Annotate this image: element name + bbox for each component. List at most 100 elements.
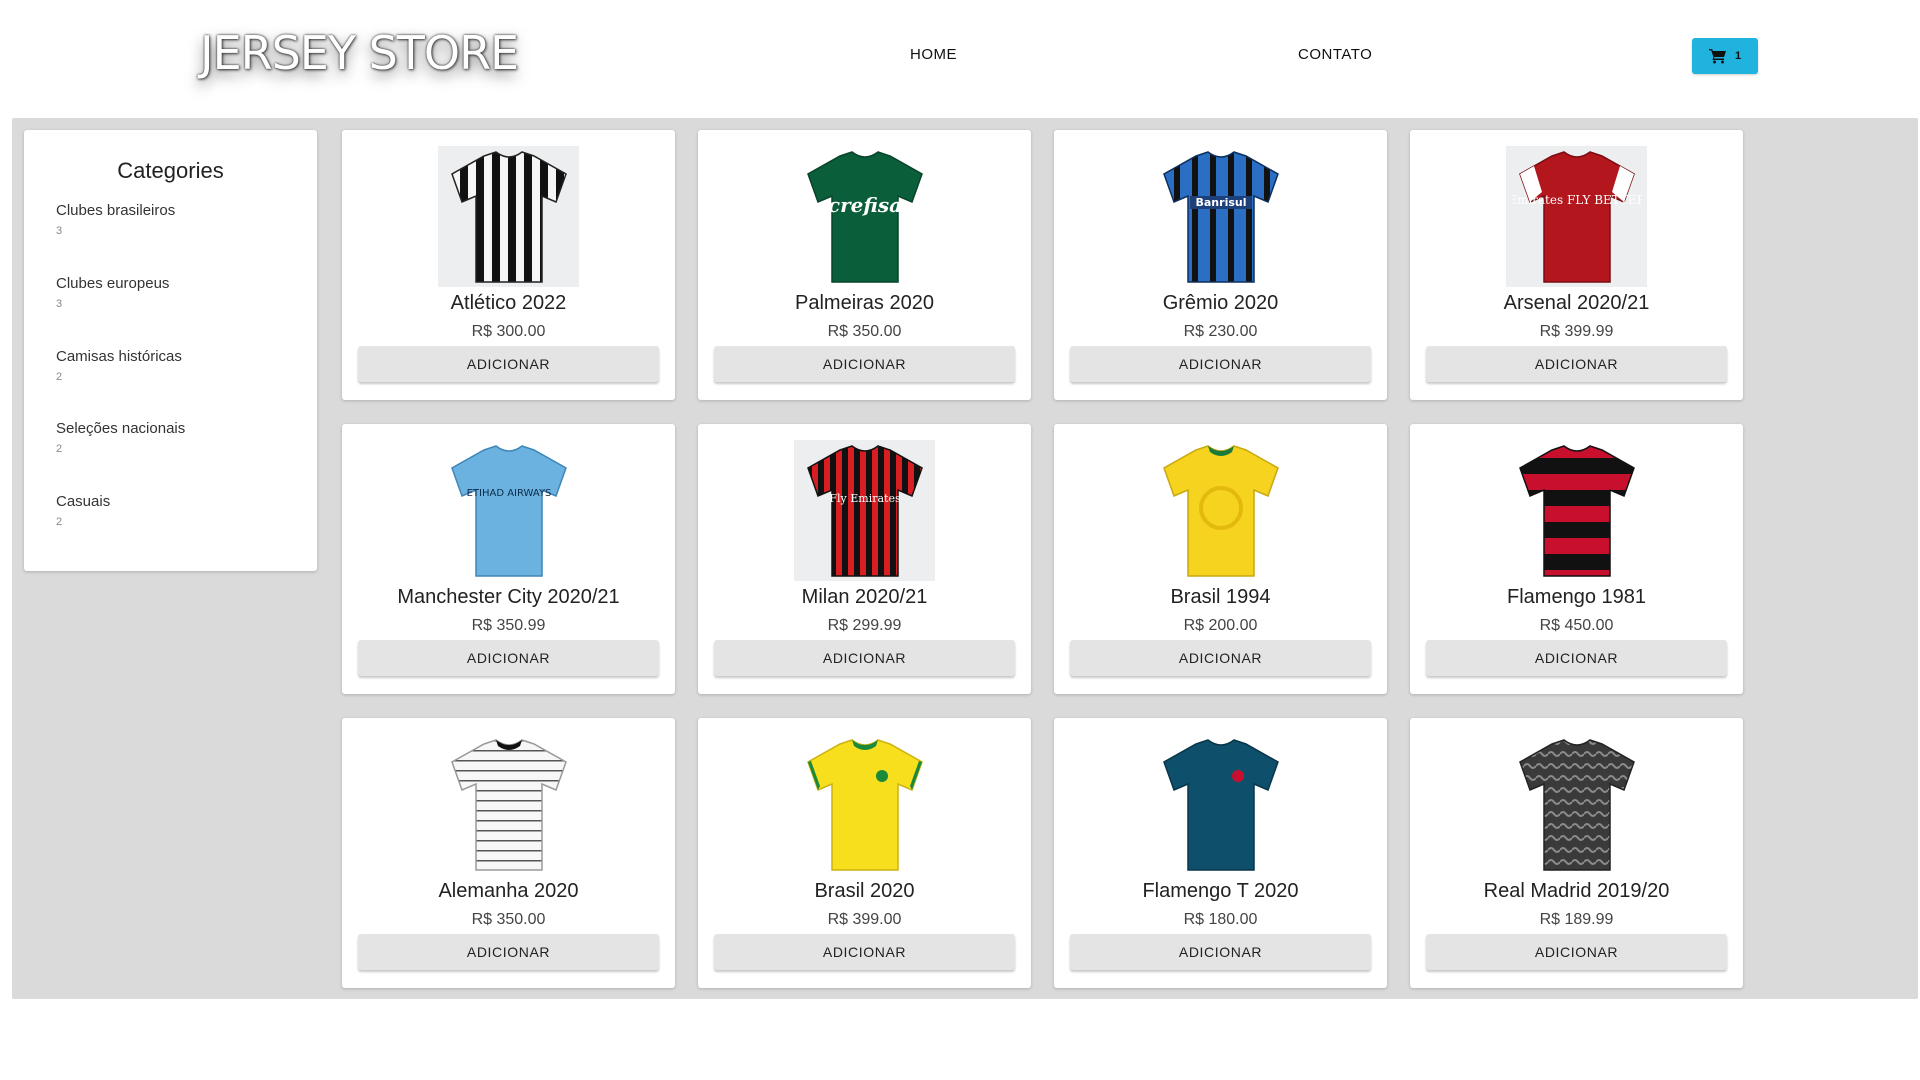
add-to-cart-button[interactable]: ADICIONAR [1070, 346, 1371, 382]
svg-text:Fly Emirates: Fly Emirates [829, 492, 901, 505]
jersey-atletico-image [450, 150, 567, 283]
top-bar: JERSEY STORE HOME CONTATO 1 [0, 0, 1920, 118]
product-card: Atlético 2022 R$ 300.00 ADICIONAR [342, 130, 675, 400]
product-price: R$ 399.99 [1539, 323, 1614, 340]
jersey-milan-image: Fly Emirates [806, 444, 923, 577]
product-image[interactable] [438, 146, 579, 287]
add-to-cart-button[interactable]: ADICIONAR [714, 640, 1015, 676]
product-card: Emirates FLY BETTER Arsenal 2020/21 R$ 3… [1410, 130, 1743, 400]
product-image[interactable]: Fly Emirates [794, 440, 935, 581]
category-name: Clubes brasileiros [56, 202, 176, 219]
add-to-cart-button[interactable]: ADICIONAR [1426, 934, 1727, 970]
sidebar-title: Categories [117, 158, 224, 183]
product-card: Alemanha 2020 R$ 350.00 ADICIONAR [342, 718, 675, 988]
product-price: R$ 399.00 [827, 911, 902, 928]
product-name: Alemanha 2020 [438, 880, 579, 902]
product-name: Palmeiras 2020 [795, 292, 934, 314]
product-card: Real Madrid 2019/20 R$ 189.99 ADICIONAR [1410, 718, 1743, 988]
svg-text:ETIHAD AIRWAYS: ETIHAD AIRWAYS [466, 488, 551, 499]
product-name: Flamengo T 2020 [1142, 880, 1299, 902]
product-image[interactable] [1150, 734, 1291, 875]
category-name: Clubes europeus [56, 275, 170, 292]
jersey-arsenal-image: Emirates FLY BETTER [1512, 150, 1642, 283]
category-count: 2 [56, 516, 63, 528]
product-image[interactable] [794, 734, 935, 875]
cart-button[interactable]: 1 [1692, 38, 1758, 74]
jersey-brasil-1994-image [1162, 444, 1279, 577]
product-name: Brasil 2020 [814, 880, 915, 902]
product-image[interactable] [438, 734, 579, 875]
product-image[interactable]: crefisa [794, 146, 935, 287]
jersey-flamengo-1981-image [1518, 444, 1635, 577]
product-price: R$ 200.00 [1183, 617, 1258, 634]
product-image[interactable]: Emirates FLY BETTER [1506, 146, 1647, 287]
product-image[interactable] [1150, 440, 1291, 581]
jersey-flamengo-t-2020-image [1162, 738, 1279, 871]
product-card: Fly Emirates Milan 2020/21 R$ 299.99 ADI… [698, 424, 1031, 694]
product-card: Brasil 1994 R$ 200.00 ADICIONAR [1054, 424, 1387, 694]
add-to-cart-button[interactable]: ADICIONAR [1426, 346, 1727, 382]
jersey-manchester-city-image: ETIHAD AIRWAYS [450, 444, 567, 577]
product-name: Brasil 1994 [1170, 586, 1271, 608]
store-logo[interactable]: JERSEY STORE [200, 26, 519, 80]
product-name: Atlético 2022 [450, 292, 567, 314]
add-to-cart-button[interactable]: ADICIONAR [1070, 640, 1371, 676]
category-name: Seleções nacionais [56, 420, 186, 437]
svg-text:Banrisul: Banrisul [1195, 196, 1246, 209]
product-card: Brasil 2020 R$ 399.00 ADICIONAR [698, 718, 1031, 988]
svg-text:Emirates FLY BETTER: Emirates FLY BETTER [1512, 193, 1642, 207]
product-price: R$ 180.00 [1183, 911, 1258, 928]
product-price: R$ 300.00 [471, 323, 546, 340]
svg-text:crefisa: crefisa [827, 193, 901, 217]
product-image[interactable] [1506, 440, 1647, 581]
category-count: 3 [56, 298, 63, 310]
category-item[interactable]: Casuais 2 [56, 493, 110, 528]
product-image[interactable]: Banrisul [1150, 146, 1291, 287]
product-price: R$ 350.99 [471, 617, 546, 634]
add-to-cart-button[interactable]: ADICIONAR [1426, 640, 1727, 676]
product-name: Grêmio 2020 [1162, 292, 1279, 314]
add-to-cart-button[interactable]: ADICIONAR [358, 346, 659, 382]
product-card: crefisa Palmeiras 2020 R$ 350.00 ADICION… [698, 130, 1031, 400]
product-name: Real Madrid 2019/20 [1483, 880, 1670, 902]
product-price: R$ 450.00 [1539, 617, 1614, 634]
product-name: Milan 2020/21 [801, 586, 928, 608]
category-item[interactable]: Seleções nacionais 2 [56, 420, 185, 455]
jersey-brasil-2020-image [806, 738, 923, 871]
jersey-gremio-image: Banrisul [1162, 150, 1279, 283]
category-name: Casuais [56, 493, 111, 510]
category-count: 2 [56, 443, 63, 455]
add-to-cart-button[interactable]: ADICIONAR [1070, 934, 1371, 970]
jersey-real-madrid-image [1518, 738, 1635, 871]
product-image[interactable] [1506, 734, 1647, 875]
nav-home-link[interactable]: HOME [910, 46, 957, 63]
product-card: Flamengo T 2020 R$ 180.00 ADICIONAR [1054, 718, 1387, 988]
category-count: 3 [56, 225, 63, 237]
product-name: Arsenal 2020/21 [1503, 292, 1650, 314]
product-price: R$ 350.00 [827, 323, 902, 340]
add-to-cart-button[interactable]: ADICIONAR [358, 640, 659, 676]
product-price: R$ 230.00 [1183, 323, 1258, 340]
product-price: R$ 189.99 [1539, 911, 1614, 928]
category-item[interactable]: Camisas históricas 2 [56, 348, 182, 383]
jersey-palmeiras-image: crefisa [806, 150, 923, 283]
shopping-cart-icon [1708, 49, 1726, 64]
add-to-cart-button[interactable]: ADICIONAR [714, 934, 1015, 970]
product-name: Flamengo 1981 [1507, 586, 1646, 608]
add-to-cart-button[interactable]: ADICIONAR [714, 346, 1015, 382]
category-count: 2 [56, 371, 63, 383]
main-panel: Categories Clubes brasileiros 3 Clubes e… [12, 118, 1918, 999]
product-price: R$ 350.00 [471, 911, 546, 928]
product-card: Banrisul Grêmio 2020 R$ 230.00 ADICIONAR [1054, 130, 1387, 400]
jersey-alemanha-image [450, 738, 567, 871]
category-item[interactable]: Clubes brasileiros 3 [56, 202, 175, 237]
add-to-cart-button[interactable]: ADICIONAR [358, 934, 659, 970]
product-card: Flamengo 1981 R$ 450.00 ADICIONAR [1410, 424, 1743, 694]
product-card: ETIHAD AIRWAYS Manchester City 2020/21 R… [342, 424, 675, 694]
product-name: Manchester City 2020/21 [397, 586, 620, 608]
categories-sidebar: Categories Clubes brasileiros 3 Clubes e… [24, 130, 317, 571]
category-item[interactable]: Clubes europeus 3 [56, 275, 169, 310]
nav-contato-link[interactable]: CONTATO [1298, 46, 1372, 63]
product-price: R$ 299.99 [827, 617, 902, 634]
product-image[interactable]: ETIHAD AIRWAYS [438, 440, 579, 581]
